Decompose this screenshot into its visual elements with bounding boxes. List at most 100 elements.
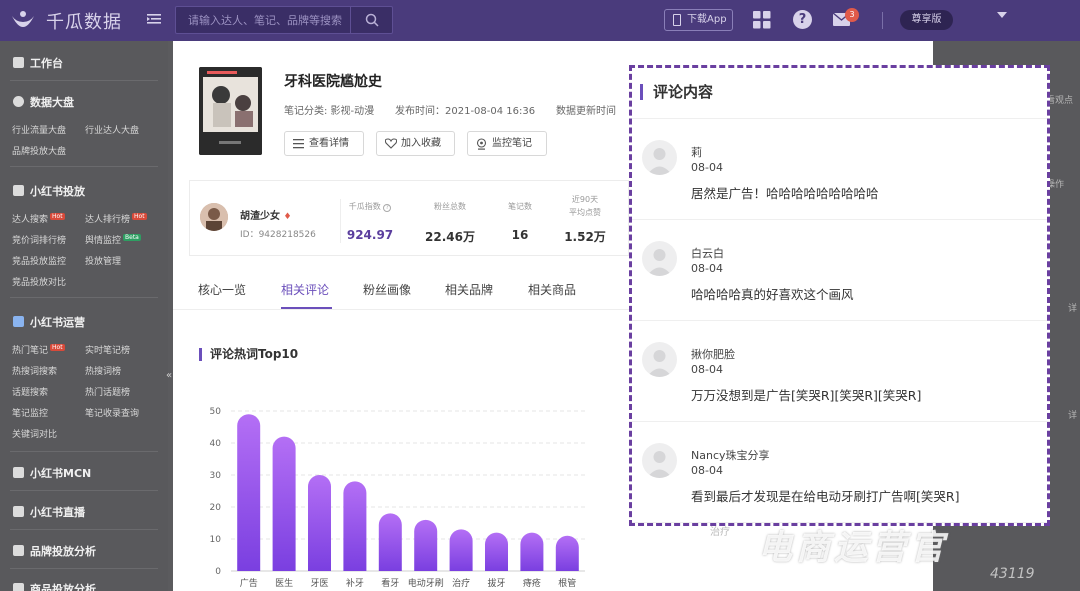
bar-5[interactable] xyxy=(414,519,438,571)
avatar[interactable] xyxy=(642,241,677,276)
tab-comments[interactable]: 相关评论 xyxy=(281,281,329,298)
sidebar-item-competitor-monitor[interactable]: 竞品投放监控 xyxy=(12,254,66,267)
tab-overview[interactable]: 核心一览 xyxy=(198,281,246,298)
add-favorite-button[interactable]: 加入收藏 xyxy=(376,131,455,156)
bar-9[interactable] xyxy=(555,535,579,571)
info-icon[interactable]: ? xyxy=(383,204,392,212)
apps-grid-icon[interactable] xyxy=(753,11,771,29)
menu-toggle-icon[interactable] xyxy=(147,12,161,26)
sidebar-item-keyword-compare[interactable]: 关键词对比 xyxy=(12,427,57,440)
x-tick-label: 补牙 xyxy=(346,577,364,589)
chart-icon xyxy=(13,316,24,327)
stat-label-notes: 笔记数 xyxy=(508,202,532,211)
comment-author[interactable]: 莉 xyxy=(691,144,702,160)
sidebar-item-competitor-compare[interactable]: 竞品投放对比 xyxy=(12,275,66,288)
sidebar-section-bigdata[interactable]: 数据大盘 xyxy=(13,94,74,110)
sidebar-item-realtime-notes[interactable]: 实时笔记榜 xyxy=(85,343,130,356)
sidebar-item-sentiment-monitor[interactable]: 舆情监控 Beta xyxy=(85,233,141,246)
collapse-sidebar-icon[interactable]: « xyxy=(166,370,172,381)
x-tick-label: 看牙 xyxy=(381,577,399,589)
avatar[interactable] xyxy=(642,140,677,175)
bar-8[interactable] xyxy=(520,532,544,571)
sidebar-item-industry-traffic[interactable]: 行业流量大盘 xyxy=(12,123,66,136)
note-title: 牙科医院尴尬史 xyxy=(284,74,382,90)
bar-4[interactable] xyxy=(378,513,402,571)
sidebar-item-note-monitor[interactable]: 笔记监控 xyxy=(12,406,48,419)
sidebar-section-live[interactable]: 小红书直播 xyxy=(13,504,85,520)
hot-badge: Hot xyxy=(132,213,147,220)
avatar[interactable] xyxy=(642,443,677,478)
sidebar-item-note-index-query[interactable]: 笔记收录查询 xyxy=(85,406,139,419)
view-detail-button[interactable]: 查看详情 xyxy=(284,131,364,156)
note-category: 笔记分类: 影视-动漫 xyxy=(284,106,375,117)
sidebar-item-bid-keyword-rank[interactable]: 竞价词排行榜 xyxy=(12,233,66,246)
sidebar-item-workbench[interactable]: 工作台 xyxy=(13,55,63,71)
help-icon[interactable]: ? xyxy=(793,10,812,29)
sidebar-item-hot-topic-rank[interactable]: 热门话题榜 xyxy=(85,385,130,398)
add-favorite-label: 加入收藏 xyxy=(401,138,441,149)
bar-0[interactable] xyxy=(237,414,261,571)
stat-label-fans: 粉丝总数 xyxy=(434,202,466,211)
sidebar-item-label: 达人排行榜 xyxy=(85,215,131,225)
search-input[interactable] xyxy=(176,7,351,33)
avatar[interactable] xyxy=(642,342,677,377)
sidebar-section-label: 小红书投放 xyxy=(30,185,85,198)
note-tabs: 核心一览 相关评论 粉丝画像 相关品牌 相关商品 xyxy=(173,281,633,311)
avatar[interactable] xyxy=(200,203,228,231)
x-tick-label: 拔牙 xyxy=(487,577,505,589)
background-text: 看观点 xyxy=(1046,96,1074,106)
sidebar-item-topic-search[interactable]: 话题搜索 xyxy=(12,385,48,398)
tab-products[interactable]: 相关商品 xyxy=(528,281,576,298)
logo-icon[interactable] xyxy=(10,8,36,32)
comments-title: 评论内容 xyxy=(640,84,713,100)
note-cover-image[interactable] xyxy=(199,67,262,155)
search-button[interactable] xyxy=(350,7,392,33)
sidebar-item-influencer-rank[interactable]: 达人排行榜 Hot xyxy=(85,212,147,225)
bar-2[interactable] xyxy=(308,475,331,571)
brand-name[interactable]: 千瓜数据 xyxy=(46,8,122,34)
bar-6[interactable] xyxy=(449,529,473,571)
tab-fans-profile[interactable]: 粉丝画像 xyxy=(363,281,411,298)
sidebar-item-hot-search-rank[interactable]: 热搜词榜 xyxy=(85,364,121,377)
stat-label-qiangua-index: 千瓜指数 ? xyxy=(345,201,395,212)
sidebar-section-label: 品牌投放分析 xyxy=(30,545,96,558)
comment-item: 揪你肥脸 08-04 万万没想到是广告[笑哭R][笑哭R][笑哭R] xyxy=(632,321,1047,422)
sidebar-section-xhs-ops[interactable]: 小红书运营 xyxy=(13,314,85,330)
sidebar-section-xhs-ads[interactable]: 小红书投放 xyxy=(13,183,85,199)
divider xyxy=(10,451,158,452)
sidebar-section-mcn[interactable]: 小红书MCN xyxy=(13,465,91,481)
sidebar-item-ad-management[interactable]: 投放管理 xyxy=(85,254,121,267)
sidebar-item-hot-notes[interactable]: 热门笔记 Hot xyxy=(12,343,65,356)
sidebar-section-label: 小红书运营 xyxy=(30,316,85,329)
sidebar-item-industry-influencer[interactable]: 行业达人大盘 xyxy=(85,123,139,136)
comment-date: 08-04 xyxy=(691,161,723,174)
comment-author[interactable]: Nancy珠宝分享 xyxy=(691,447,770,463)
comment-author[interactable]: 白云白 xyxy=(691,245,724,261)
sidebar-item-hot-search[interactable]: 热搜词搜索 xyxy=(12,364,57,377)
sidebar-section-product-analysis[interactable]: 商品投放分析 xyxy=(13,581,96,591)
product-icon xyxy=(13,583,24,591)
sidebar-item-brand-ads[interactable]: 品牌投放大盘 xyxy=(12,144,66,157)
divider xyxy=(10,568,158,569)
sidebar-item-influencer-search[interactable]: 达人搜索 Hot xyxy=(12,212,65,225)
author-name[interactable]: 胡渣少女 ♦ xyxy=(240,207,292,222)
bar-3[interactable] xyxy=(343,481,367,571)
y-tick-label: 10 xyxy=(210,535,222,545)
y-tick-label: 40 xyxy=(210,439,222,449)
comment-author[interactable]: 揪你肥脸 xyxy=(691,346,735,362)
comment-date: 08-04 xyxy=(691,262,723,275)
sidebar: 工作台 数据大盘 行业流量大盘 行业达人大盘 品牌投放大盘 小红书投放 达人搜索… xyxy=(0,41,168,591)
monitor-note-button[interactable]: 监控笔记 xyxy=(467,131,547,156)
chart-title: 评论热词Top10 xyxy=(199,348,298,361)
sidebar-section-label: 数据大盘 xyxy=(30,96,74,109)
sidebar-section-brand-analysis[interactable]: 品牌投放分析 xyxy=(13,543,96,559)
bar-7[interactable] xyxy=(485,532,508,571)
search-icon xyxy=(365,13,379,27)
tab-brands[interactable]: 相关品牌 xyxy=(445,281,493,298)
download-app-button[interactable]: 下载App xyxy=(664,9,733,31)
stat-value-notes: 16 xyxy=(511,228,529,242)
chevron-down-icon[interactable] xyxy=(997,12,1007,18)
y-tick-label: 0 xyxy=(215,567,221,577)
vip-badge[interactable]: 尊享版 xyxy=(900,10,953,30)
bar-1[interactable] xyxy=(272,436,296,571)
